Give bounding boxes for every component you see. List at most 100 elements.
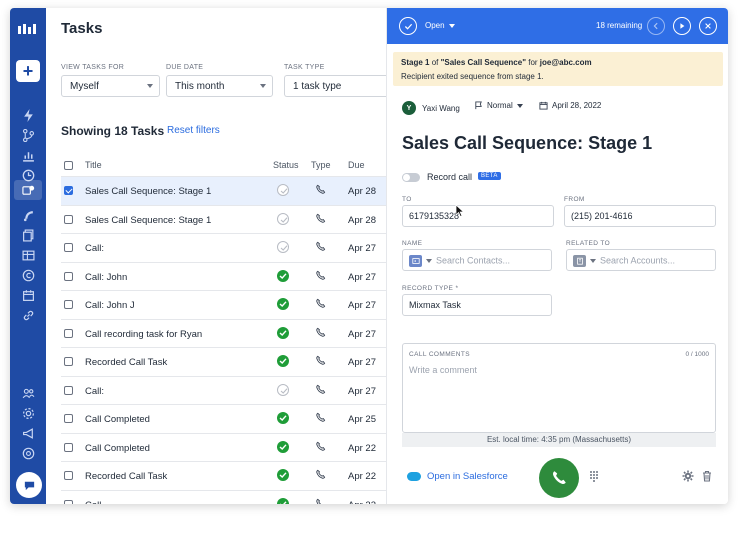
- open-in-salesforce-link[interactable]: Open in Salesforce: [407, 471, 508, 482]
- completed-status-icon[interactable]: [277, 469, 289, 481]
- table-row[interactable]: Call Completed Apr 22: [61, 434, 401, 462]
- comments-char-count: 0 / 1000: [685, 351, 710, 358]
- complete-task-button[interactable]: [399, 17, 417, 35]
- row-title[interactable]: Call recording task for Ryan: [85, 329, 202, 340]
- create-button[interactable]: +: [16, 60, 40, 82]
- row-title[interactable]: Call:: [85, 386, 104, 397]
- row-checkbox[interactable]: [64, 300, 73, 309]
- column-type[interactable]: Type: [311, 160, 331, 170]
- row-checkbox[interactable]: [64, 271, 73, 281]
- contact-search-input[interactable]: Search Contacts...: [402, 249, 552, 271]
- previous-task-button[interactable]: [647, 17, 665, 35]
- calendar-icon[interactable]: [20, 288, 36, 302]
- megaphone-icon[interactable]: [20, 426, 36, 440]
- row-checkbox[interactable]: [64, 414, 73, 423]
- column-due[interactable]: Due: [348, 160, 365, 170]
- select-all-checkbox[interactable]: [64, 161, 73, 170]
- table-row[interactable]: Call: Apr 27: [61, 377, 401, 405]
- row-checkbox[interactable]: [64, 328, 73, 338]
- row-checkbox[interactable]: [64, 471, 73, 480]
- row-title[interactable]: Recorded Call Task: [85, 471, 167, 482]
- table-row[interactable]: Sales Call Sequence: Stage 1 Apr 28: [61, 206, 401, 234]
- to-field[interactable]: 6179135328: [402, 205, 554, 227]
- banner-for: for: [526, 58, 540, 67]
- gear-icon[interactable]: [682, 470, 694, 482]
- row-checkbox[interactable]: [64, 214, 73, 224]
- dialpad-icon[interactable]: [589, 470, 599, 482]
- flash-icon[interactable]: [20, 108, 36, 122]
- sequence-icon[interactable]: [20, 128, 36, 142]
- row-checkbox[interactable]: [64, 442, 73, 452]
- table-row[interactable]: Call recording task for Ryan Apr 27: [61, 320, 401, 348]
- account-search-input[interactable]: Search Accounts...: [566, 249, 716, 271]
- row-title[interactable]: Sales Call Sequence: Stage 1: [85, 186, 211, 197]
- help-icon[interactable]: [20, 446, 36, 460]
- due-date-selector[interactable]: April 28, 2022: [539, 101, 601, 110]
- mouse-cursor-icon: [455, 204, 465, 218]
- task-title[interactable]: Sales Call Sequence: Stage 1: [402, 133, 652, 154]
- table-row[interactable]: Sales Call Sequence: Stage 1 Apr 28: [61, 177, 401, 206]
- row-title[interactable]: Recorded Call Task: [85, 357, 167, 368]
- row-title[interactable]: Call Completed: [85, 414, 150, 425]
- row-title[interactable]: Call: [85, 500, 101, 505]
- owner-selector[interactable]: Y Yaxi Wang: [402, 101, 460, 115]
- close-panel-button[interactable]: [699, 17, 717, 35]
- chart-icon[interactable]: [20, 148, 36, 162]
- row-checkbox[interactable]: [64, 186, 73, 195]
- priority-selector[interactable]: Normal: [474, 101, 523, 110]
- logo-icon[interactable]: [18, 22, 38, 34]
- reset-filters-link[interactable]: Reset filters: [167, 125, 220, 136]
- completed-status-icon[interactable]: [277, 412, 289, 424]
- to-label: TO: [402, 196, 412, 203]
- trash-icon[interactable]: [701, 470, 713, 482]
- copy-icon[interactable]: [20, 228, 36, 242]
- table-row[interactable]: Call Completed Apr 25: [61, 405, 401, 434]
- tasks-icon[interactable]: [14, 180, 42, 200]
- completed-status-icon[interactable]: [277, 497, 289, 504]
- state-dropdown[interactable]: Open: [425, 21, 455, 30]
- table-row[interactable]: Call Apr 22: [61, 491, 401, 505]
- completed-status-icon[interactable]: [277, 298, 289, 310]
- row-title[interactable]: Call:: [85, 243, 104, 254]
- table-row[interactable]: Recorded Call Task Apr 22: [61, 462, 401, 491]
- view-tasks-select[interactable]: Myself: [61, 75, 160, 97]
- row-title[interactable]: Call: John J: [85, 300, 135, 311]
- settings-icon[interactable]: [20, 406, 36, 420]
- table-icon[interactable]: [20, 248, 36, 262]
- row-checkbox[interactable]: [64, 357, 73, 366]
- completed-status-icon[interactable]: [277, 269, 289, 282]
- completed-status-icon[interactable]: [277, 440, 289, 453]
- pending-status-icon[interactable]: [277, 241, 289, 253]
- next-task-button[interactable]: [673, 17, 691, 35]
- column-status[interactable]: Status: [273, 160, 299, 170]
- call-button[interactable]: [539, 458, 579, 498]
- table-row[interactable]: Recorded Call Task Apr 27: [61, 348, 401, 377]
- completed-status-icon[interactable]: [277, 326, 289, 339]
- task-type-select[interactable]: 1 task type: [284, 75, 394, 97]
- column-title[interactable]: Title: [85, 160, 102, 170]
- table-row[interactable]: Call: John Apr 27: [61, 263, 401, 291]
- due-date-select[interactable]: This month: [166, 75, 273, 97]
- link-icon[interactable]: [20, 308, 36, 322]
- table-row[interactable]: Call: Apr 27: [61, 234, 401, 263]
- row-title[interactable]: Call: John: [85, 272, 127, 283]
- pending-status-icon[interactable]: [277, 383, 289, 396]
- call-comments-field[interactable]: CALL COMMENTS 0 / 1000 Write a comment: [402, 343, 716, 433]
- chat-button[interactable]: [16, 472, 42, 498]
- rocket-icon[interactable]: [20, 208, 36, 222]
- row-checkbox[interactable]: [64, 385, 73, 395]
- avatar: Y: [402, 101, 416, 115]
- record-call-toggle[interactable]: [402, 173, 420, 182]
- record-type-field[interactable]: Mixmax Task: [402, 294, 552, 316]
- pending-status-icon[interactable]: [277, 212, 289, 225]
- table-row[interactable]: Call: John J Apr 27: [61, 291, 401, 320]
- row-title[interactable]: Sales Call Sequence: Stage 1: [85, 215, 211, 226]
- from-field[interactable]: (215) 201-4616: [564, 205, 716, 227]
- row-checkbox[interactable]: [64, 499, 73, 504]
- people-icon[interactable]: [20, 386, 36, 400]
- completed-status-icon[interactable]: [277, 355, 289, 367]
- row-title[interactable]: Call Completed: [85, 443, 150, 454]
- pending-status-icon[interactable]: [277, 184, 289, 196]
- row-checkbox[interactable]: [64, 243, 73, 252]
- copyright-icon[interactable]: [20, 268, 36, 282]
